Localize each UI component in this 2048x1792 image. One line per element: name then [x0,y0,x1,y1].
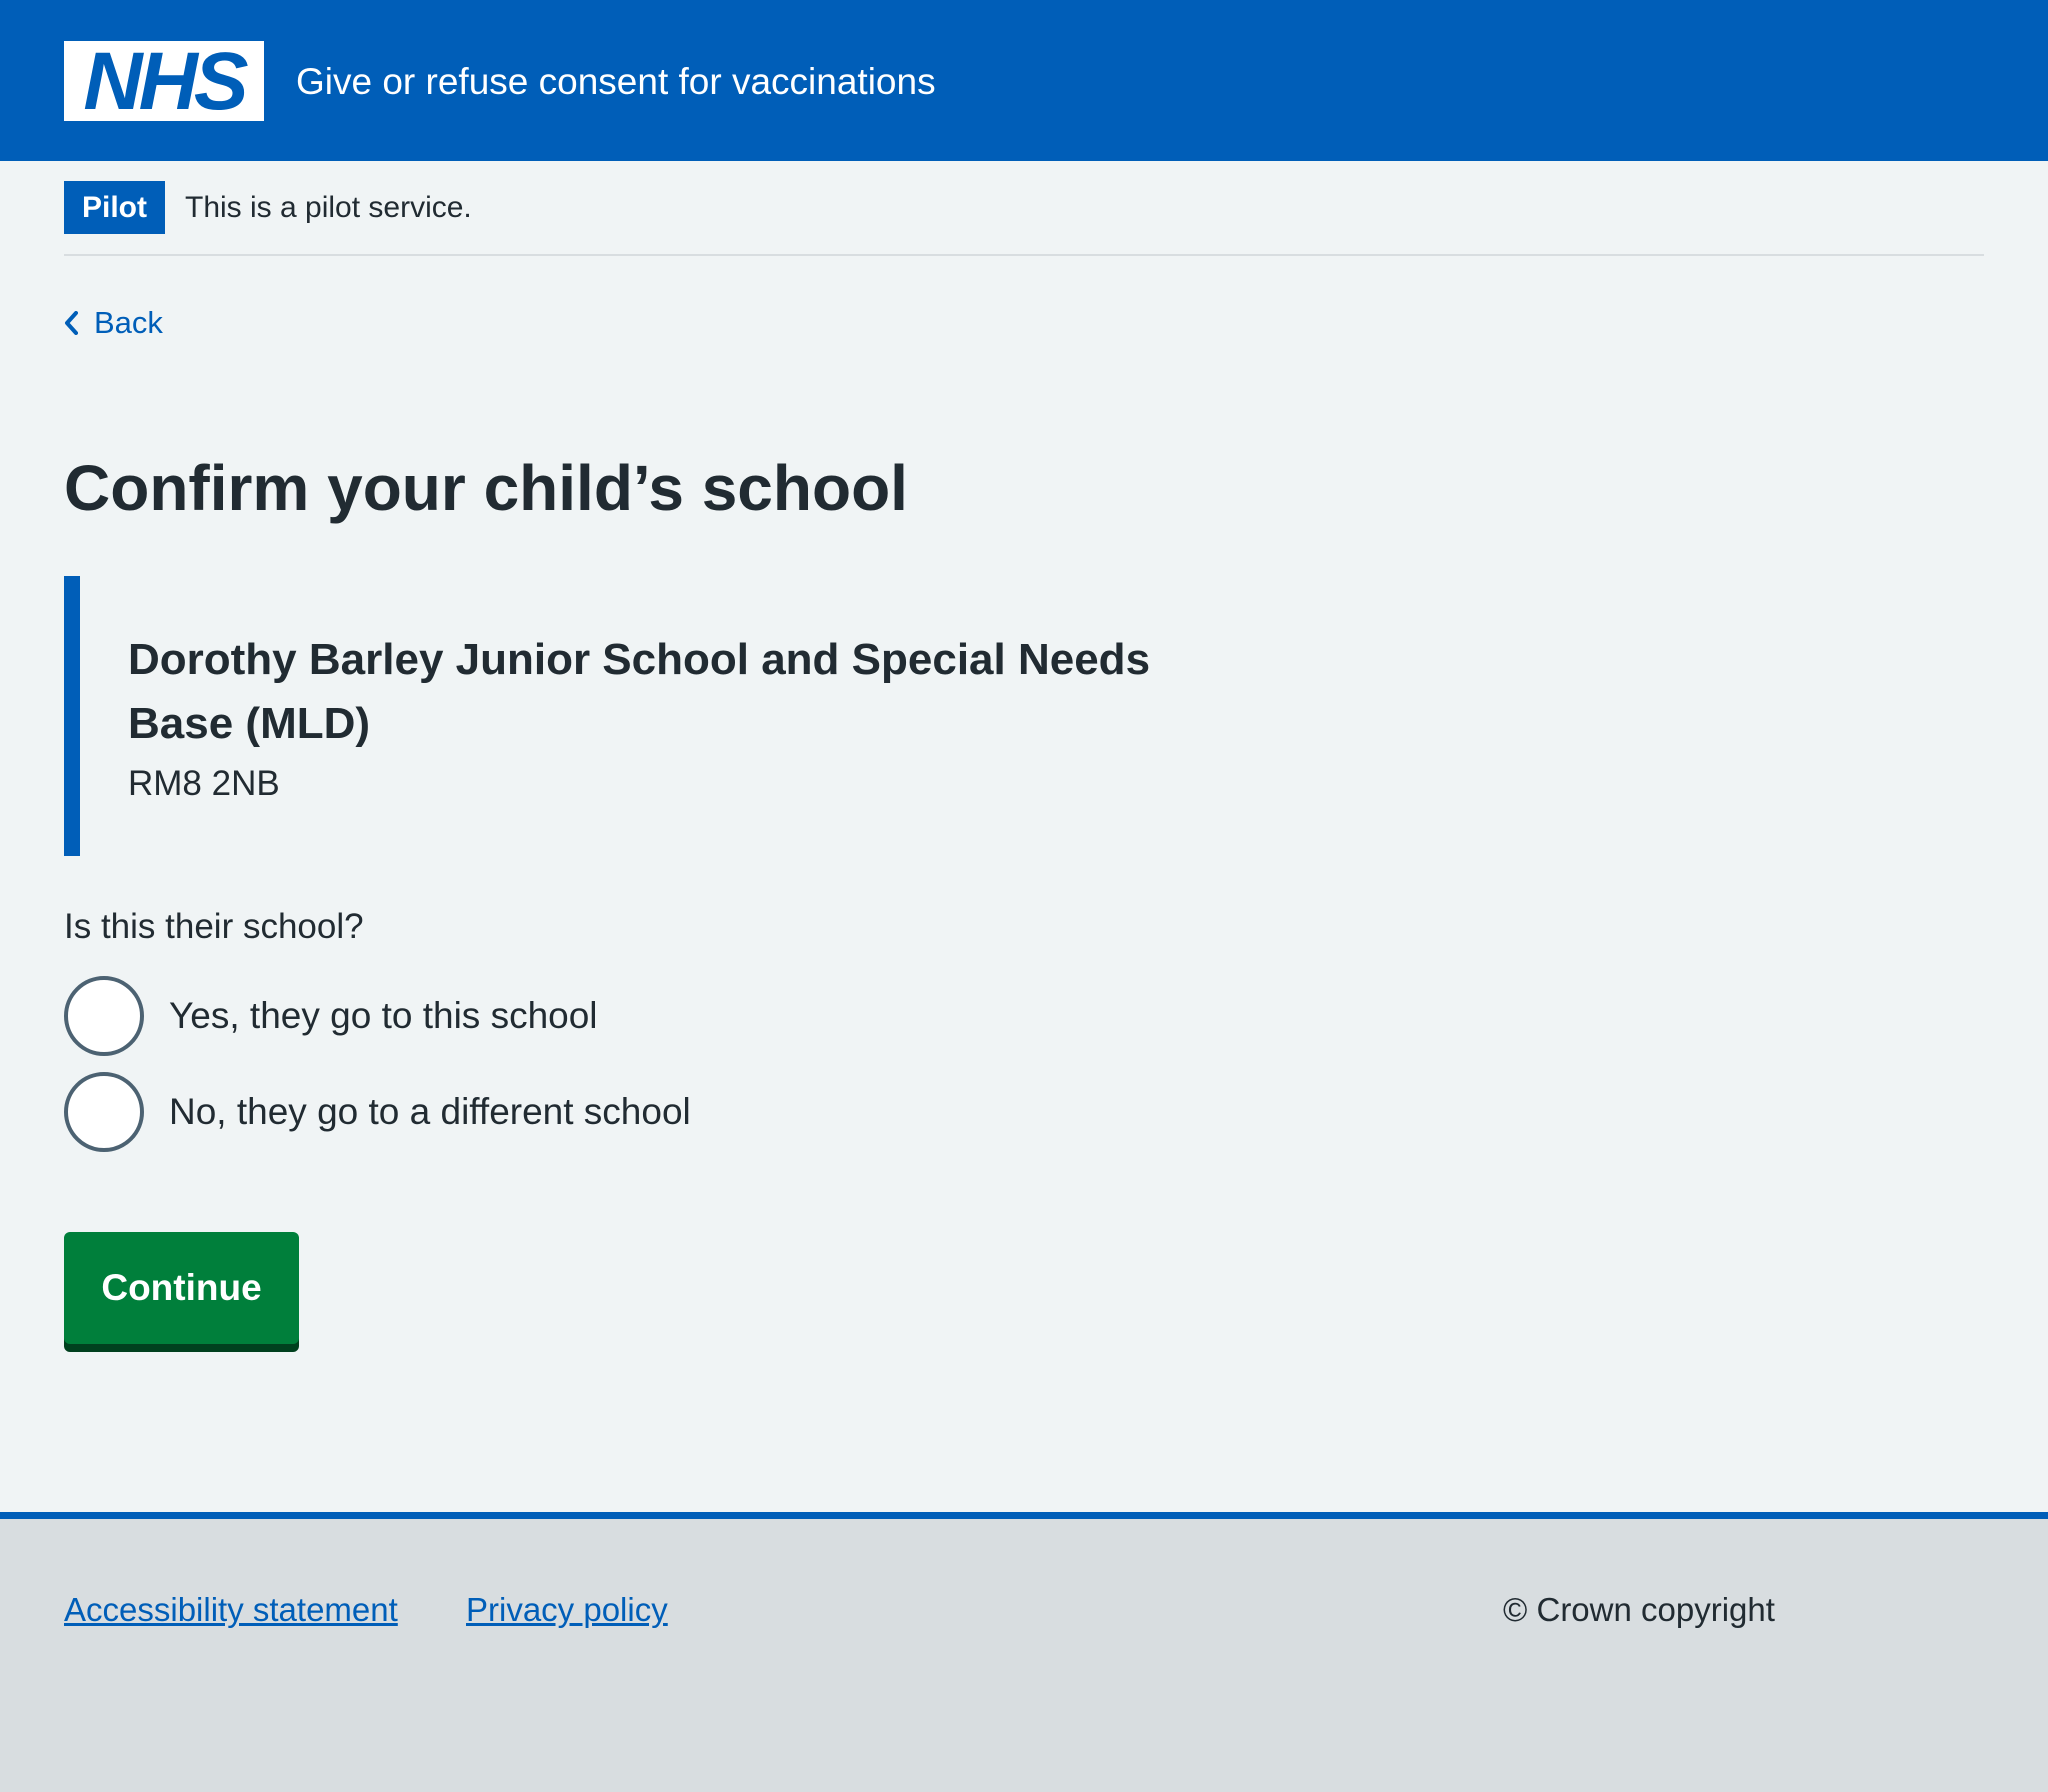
question-legend: Is this their school? [64,907,364,946]
radio-circle[interactable] [64,976,144,1056]
chevron-left-icon [64,311,78,335]
nhs-logo-icon: NHS [83,43,251,119]
back-link[interactable]: Back [64,305,163,341]
radio-circle[interactable] [64,1072,144,1152]
radio-label-yes[interactable]: Yes, they go to this school [169,995,598,1037]
radio-label-no[interactable]: No, they go to a different school [169,1091,691,1133]
footer-link-accessibility[interactable]: Accessibility statement [64,1591,398,1629]
copyright-text: © Crown copyright [1503,1591,1775,1628]
svg-text:NHS: NHS [83,43,247,119]
page-title: Confirm your child’s school [64,452,908,524]
site-footer: Accessibility statement Privacy policy ©… [0,1512,2048,1792]
school-postcode: RM8 2NB [128,764,280,803]
nhs-logo[interactable]: NHS [64,40,264,121]
radio-option-yes[interactable]: Yes, they go to this school [64,976,598,1056]
phase-banner-text: This is a pilot service. [185,190,472,224]
continue-button[interactable]: Continue [64,1232,299,1344]
phase-banner: Pilot This is a pilot service. [64,161,1984,256]
service-name[interactable]: Give or refuse consent for vaccinations [296,61,936,103]
school-inset: Dorothy Barley Junior School and Special… [64,576,1224,856]
site-header: NHS Give or refuse consent for vaccinati… [0,0,2048,161]
footer-link-privacy[interactable]: Privacy policy [466,1591,668,1629]
school-name: Dorothy Barley Junior School and Special… [128,635,1151,748]
back-link-label: Back [94,305,163,340]
phase-tag: Pilot [64,181,165,234]
radio-option-no[interactable]: No, they go to a different school [64,1072,691,1152]
